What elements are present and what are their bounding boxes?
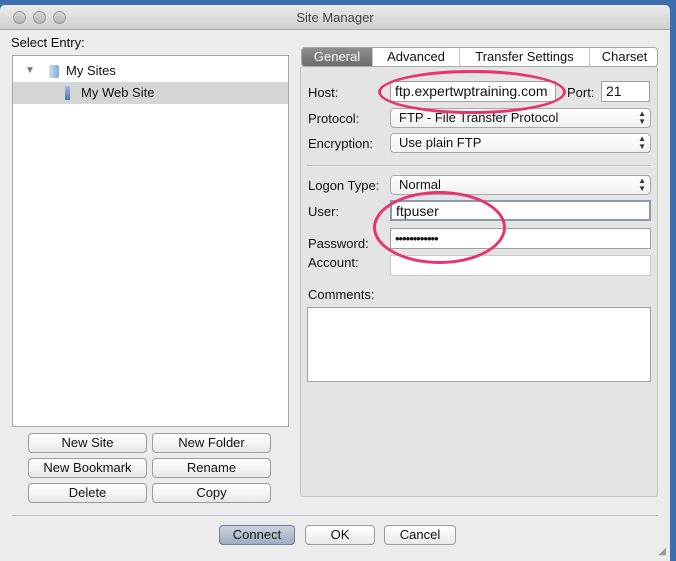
tree-item-my-web-site[interactable]: My Web Site (13, 82, 288, 104)
resize-grip-icon[interactable]: ◢ (658, 546, 666, 557)
new-folder-button[interactable]: New Folder (152, 433, 271, 453)
server-icon (65, 86, 70, 100)
window-title: Site Manager (296, 10, 374, 25)
ok-button[interactable]: OK (305, 525, 375, 545)
encryption-select[interactable]: Use plain FTP ▲ ▼ (390, 133, 651, 153)
select-arrows-icon: ▲ ▼ (638, 109, 646, 126)
comments-textarea[interactable] (307, 307, 651, 382)
select-entry-label: Select Entry: (11, 35, 85, 50)
account-label: Account: (308, 255, 359, 270)
rename-button[interactable]: Rename (152, 458, 271, 478)
connect-button[interactable]: Connect (219, 525, 295, 545)
tab-advanced[interactable]: Advanced (373, 48, 460, 66)
cancel-button[interactable]: Cancel (384, 525, 456, 545)
divider (307, 165, 651, 166)
site-tree[interactable]: ▼ My Sites My Web Site (12, 55, 289, 427)
port-label: Port: (567, 85, 595, 100)
port-input[interactable]: 21 (601, 81, 650, 102)
select-arrows-icon: ▲ ▼ (638, 176, 646, 193)
highlight-ellipse-host (378, 70, 566, 114)
copy-button[interactable]: Copy (152, 483, 271, 503)
title-bar: Site Manager (0, 5, 670, 30)
close-window-button[interactable] (13, 11, 26, 24)
folder-icon (49, 65, 59, 78)
tab-bar: General Advanced Transfer Settings Chars… (301, 47, 658, 67)
tree-item-my-sites[interactable]: ▼ My Sites (13, 60, 288, 82)
encryption-label: Encryption: (308, 136, 374, 151)
footer-divider (12, 515, 658, 516)
tab-transfer-settings[interactable]: Transfer Settings (460, 48, 590, 66)
host-label: Host: (308, 85, 339, 100)
minimize-window-button[interactable] (33, 11, 46, 24)
user-label: User: (308, 204, 340, 219)
tab-charset[interactable]: Charset (590, 48, 657, 66)
logon-type-label: Logon Type: (308, 178, 380, 193)
disclosure-triangle-icon[interactable]: ▼ (25, 60, 35, 82)
select-arrows-icon: ▲ ▼ (638, 134, 646, 151)
tab-general[interactable]: General (302, 48, 373, 66)
protocol-label: Protocol: (308, 111, 360, 126)
tree-item-label: My Web Site (81, 85, 155, 100)
site-manager-window: Site Manager Select Entry: ▼ My Sites My… (0, 5, 670, 561)
tree-item-label: My Sites (66, 63, 116, 78)
new-site-button[interactable]: New Site (28, 433, 147, 453)
highlight-ellipse-credentials (373, 191, 506, 264)
password-label: Password: (308, 236, 369, 251)
zoom-window-button[interactable] (53, 11, 66, 24)
comments-label: Comments: (308, 287, 375, 302)
logon-type-value: Normal (399, 177, 441, 192)
delete-button[interactable]: Delete (28, 483, 147, 503)
new-bookmark-button[interactable]: New Bookmark (28, 458, 147, 478)
encryption-value: Use plain FTP (399, 135, 482, 150)
general-panel (300, 66, 658, 497)
